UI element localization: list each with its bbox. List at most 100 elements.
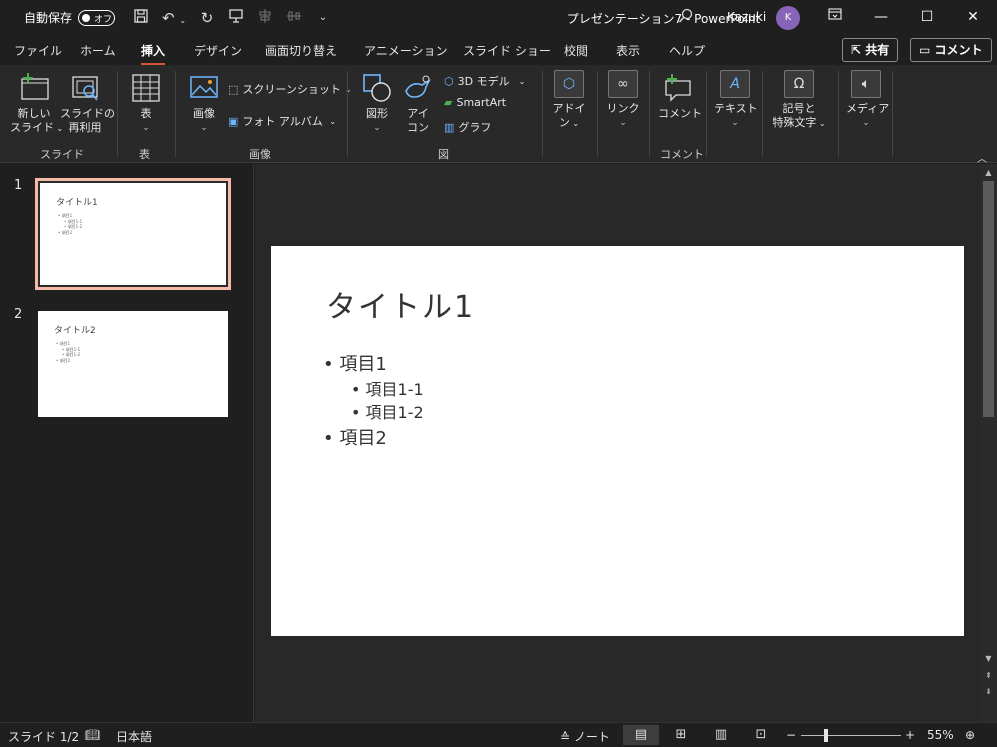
separator — [706, 71, 707, 157]
table-button[interactable]: 表 ⌄ — [126, 73, 166, 135]
zoom-slider[interactable] — [801, 735, 901, 736]
3d-models-label: 3D モデル — [457, 75, 510, 88]
tab-view[interactable]: 表示 — [616, 42, 640, 59]
vertical-scrollbar[interactable]: ▲ ▼ ⇞ ⇟ — [980, 164, 997, 722]
avatar[interactable]: K — [776, 6, 800, 30]
icons-button[interactable]: アイ コン — [400, 73, 436, 135]
chevron-down-icon: ⌄ — [200, 123, 208, 133]
slide-sub-bullet[interactable]: • 項目1-2 — [351, 399, 424, 423]
tab-review[interactable]: 校閲 — [564, 42, 588, 59]
scrollbar-thumb[interactable] — [983, 181, 994, 417]
save-icon[interactable] — [130, 8, 152, 28]
tab-animations[interactable]: アニメーション — [364, 42, 448, 59]
chart-icon: ▥ — [444, 120, 455, 134]
redo-icon[interactable]: ↻ — [196, 8, 218, 28]
ribbon-display-icon[interactable] — [812, 0, 858, 35]
smartart-button[interactable]: ▰ SmartArt — [444, 96, 506, 109]
close-icon[interactable]: ✕ — [950, 0, 996, 35]
slide-canvas[interactable]: タイトル1 • 項目1 • 項目1-1 • 項目1-2 • 項目2 — [271, 246, 964, 636]
text-button[interactable]: A テキスト ⌄ — [714, 70, 758, 130]
maximize-icon[interactable]: ☐ — [904, 0, 950, 35]
distribute-icon[interactable] — [283, 8, 305, 28]
new-slide-button[interactable]: 新しい スライド ⌄ — [10, 73, 63, 136]
reuse-slides-button[interactable]: スライドの 再利用 — [60, 73, 115, 135]
zoom-in-icon[interactable]: + — [905, 728, 915, 742]
user-name[interactable]: Kazuki — [727, 10, 766, 24]
chevron-down-icon: ⌄ — [142, 123, 150, 133]
images-button[interactable]: 画像 ⌄ — [186, 73, 222, 135]
tab-file[interactable]: ファイル — [14, 42, 62, 59]
link-button[interactable]: ∞ リンク ⌄ — [605, 70, 641, 130]
ribbon: 新しい スライド ⌄ スライドの 再利用 スライド 表 ⌄ 表 画像 ⌄ ⬚ ス… — [0, 65, 997, 165]
zoom-level[interactable]: 55% — [927, 728, 954, 742]
status-bar: スライド 1/2 📖︎ 日本語 ≙ ノート ▤ ⊞ ▥ ⊡ − + 55% ⊕ — [0, 722, 997, 747]
scroll-down-icon[interactable]: ▼ — [983, 653, 994, 664]
share-button[interactable]: ⇱ 共有 — [842, 38, 899, 62]
slide-bullet[interactable]: • 項目1 — [323, 350, 387, 376]
language-indicator[interactable]: 日本語 — [116, 728, 152, 745]
photo-album-button[interactable]: ▣ フォト アルバム ⌄ — [228, 113, 336, 129]
link-icon: ∞ — [608, 70, 638, 98]
tab-design[interactable]: デザイン — [194, 42, 242, 59]
shapes-label: 図形 — [366, 107, 388, 120]
group-label-table: 表 — [139, 148, 150, 161]
share-label: 共有 — [865, 43, 890, 57]
tab-help[interactable]: ヘルプ — [669, 42, 705, 59]
media-label: メディア — [846, 102, 890, 115]
normal-view-button[interactable]: ▤ — [623, 725, 659, 745]
slide-thumbnail[interactable]: タイトル2 • 項目1 • 項目1-1 • 項目1-2 • 項目2 — [38, 311, 228, 417]
tab-home[interactable]: ホーム — [80, 42, 116, 59]
align-icon[interactable] — [254, 8, 276, 28]
slide-thumbnail-pane: 1 タイトル1 • 項目1 • 項目1-1 • 項目1-2 • 項目2 2 タイ… — [0, 164, 254, 722]
reading-view-button[interactable]: ▥ — [703, 725, 739, 745]
customize-qat-icon[interactable]: ⌄ — [312, 8, 334, 28]
chevron-down-icon: ⌄ — [373, 123, 381, 133]
next-slide-icon[interactable]: ⇟ — [983, 686, 994, 697]
autosave-label: 自動保存 — [24, 11, 73, 25]
tab-slideshow[interactable]: スライド ショー — [463, 42, 551, 59]
tab-insert[interactable]: 挿入 — [141, 42, 166, 66]
fit-to-window-icon[interactable]: ⊕ — [965, 728, 975, 742]
zoom-out-icon[interactable]: − — [786, 728, 796, 742]
accessibility-icon[interactable]: 📖︎ — [85, 728, 100, 742]
3d-models-button[interactable]: ⬡ 3D モデル ⌄ — [444, 73, 525, 89]
collapse-ribbon-icon[interactable]: ︿ — [977, 150, 987, 165]
shapes-button[interactable]: 図形 ⌄ — [358, 73, 396, 135]
chart-button[interactable]: ▥ グラフ — [444, 119, 491, 135]
slide-bullet[interactable]: • 項目2 — [323, 424, 387, 450]
autosave-state: オフ — [94, 14, 113, 25]
slide-title[interactable]: タイトル1 — [326, 282, 475, 326]
tab-transitions[interactable]: 画面切り替え — [265, 42, 337, 59]
group-label-images: 画像 — [249, 148, 271, 161]
group-label-comments: コメント — [660, 148, 704, 161]
minimize-icon[interactable]: — — [858, 0, 904, 35]
present-from-start-icon[interactable] — [225, 8, 247, 28]
notes-icon: ≙ — [560, 730, 571, 744]
autosave[interactable]: 自動保存 オフ — [24, 9, 116, 26]
slide-sorter-button[interactable]: ⊞ — [663, 725, 699, 745]
addins-button[interactable]: ⬡ アドイ ン ⌄ — [552, 70, 586, 131]
slide-thumbnail[interactable]: タイトル1 • 項目1 • 項目1-1 • 項目1-2 • 項目2 — [35, 178, 231, 290]
chart-label: グラフ — [458, 121, 492, 134]
separator — [649, 71, 650, 157]
search-icon[interactable] — [675, 8, 697, 28]
symbols-label-2: 特殊文字 — [772, 116, 817, 129]
slideshow-button[interactable]: ⊡ — [743, 725, 779, 745]
notes-button[interactable]: ≙ ノート — [560, 728, 610, 745]
zoom-slider-thumb[interactable] — [824, 729, 828, 742]
text-label: テキスト — [714, 102, 758, 115]
scroll-up-icon[interactable]: ▲ — [983, 167, 994, 178]
icons-label-2: コン — [407, 121, 429, 134]
autosave-toggle[interactable]: オフ — [78, 9, 116, 26]
new-comment-button[interactable]: コメント — [658, 73, 702, 121]
undo-icon[interactable]: ↶ ⌄ — [158, 8, 190, 28]
media-button[interactable]: 🔈︎ メディア ⌄ — [846, 70, 890, 130]
slide-sub-bullet[interactable]: • 項目1-1 — [351, 376, 424, 400]
screenshot-button[interactable]: ⬚ スクリーンショット ⌄ — [228, 81, 352, 97]
previous-slide-icon[interactable]: ⇞ — [983, 670, 994, 681]
symbols-button[interactable]: Ω 記号と 特殊文字 ⌄ — [768, 70, 830, 131]
title-bar: 自動保存 オフ ↶ ⌄ ↻ ⌄ プレゼンテーション7 - PowerPoint … — [0, 0, 997, 35]
separator — [597, 71, 598, 157]
separator — [175, 71, 176, 157]
comments-button[interactable]: ▭ コメント — [910, 38, 992, 62]
